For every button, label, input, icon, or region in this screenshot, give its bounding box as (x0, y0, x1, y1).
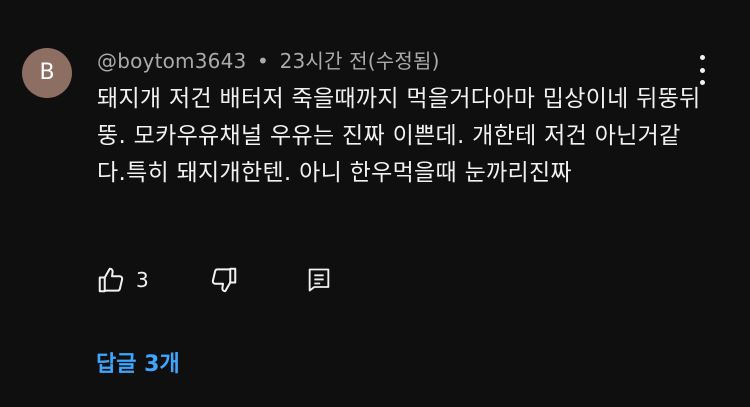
avatar[interactable]: B (22, 48, 72, 98)
like-button[interactable]: 3 (96, 265, 149, 295)
reply-button[interactable] (305, 266, 333, 294)
comment-actions: 3 (96, 262, 333, 298)
like-count: 3 (136, 268, 149, 292)
more-dot (699, 67, 705, 73)
comment-thread: B @boytom3643 • 23시간 전(수정됨) 돼지개 저건 배터저 죽… (0, 0, 750, 407)
thumb-down-icon (211, 267, 236, 293)
view-replies-link[interactable]: 답글 3개 (96, 346, 180, 378)
comment-text: 돼지개 저건 배터저 죽을때까지 먹을거다아마 밉상이네 뒤뚱뒤뚱. 모카우유채… (97, 86, 701, 186)
more-vertical-icon (699, 55, 705, 60)
dislike-button[interactable] (209, 265, 239, 295)
thumb-up-icon (98, 267, 124, 293)
reply-comment-icon (308, 268, 330, 292)
comment-header: @boytom3643 • 23시간 전(수정됨) (97, 45, 440, 74)
author-handle[interactable]: @boytom3643 (97, 49, 246, 73)
separator-dot: • (257, 49, 269, 73)
comment-timestamp[interactable]: 23시간 전(수정됨) (280, 49, 440, 73)
